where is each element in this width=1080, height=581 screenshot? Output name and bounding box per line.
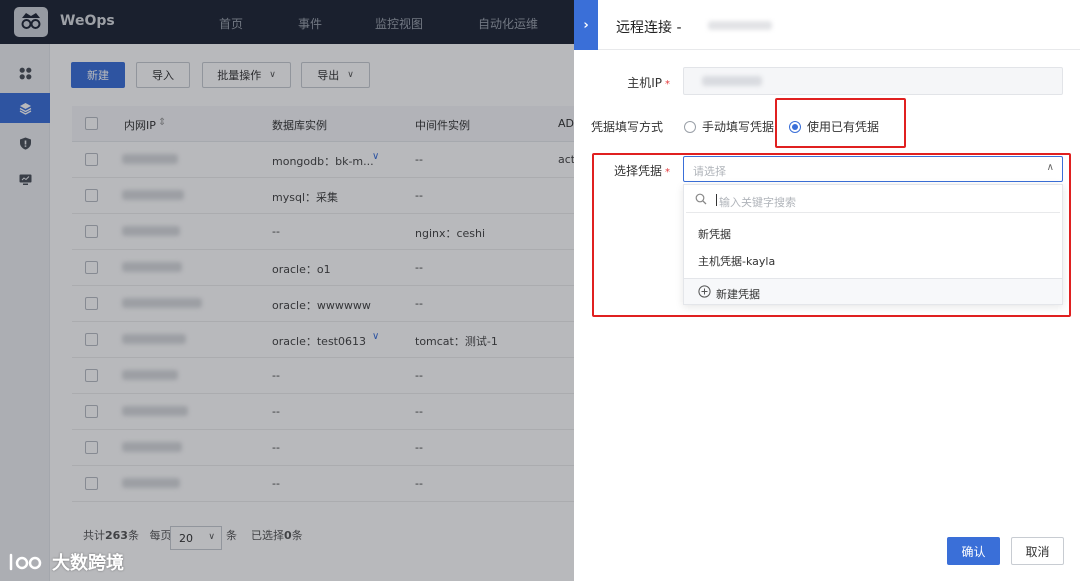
host-ip-label: 主机IP * — [627, 76, 670, 90]
radio-manual-label: 手动填写凭据 — [702, 120, 775, 134]
collapse-drawer-button[interactable]: › — [574, 0, 598, 50]
chevron-right-icon: › — [583, 17, 589, 33]
watermark-logo-icon — [9, 553, 42, 571]
highlight-box-select — [592, 153, 1071, 317]
radio-unchecked-icon — [684, 120, 696, 133]
redacted-ip — [702, 76, 762, 86]
confirm-label: 确认 — [961, 544, 986, 559]
highlight-box-radio — [775, 98, 906, 148]
redacted-host-name — [708, 21, 772, 30]
cancel-label: 取消 — [1025, 544, 1050, 559]
drawer-title: 远程连接 - — [616, 20, 682, 36]
host-ip-field[interactable] — [683, 67, 1063, 95]
modal-overlay[interactable] — [0, 0, 574, 581]
credential-mode-label: 凭据填写方式 — [590, 120, 663, 134]
watermark-text: 大数跨境 — [52, 553, 124, 574]
watermark: 大数跨境 — [8, 549, 124, 575]
confirm-button[interactable]: 确认 — [947, 537, 1000, 565]
cancel-button[interactable]: 取消 — [1011, 537, 1064, 565]
radio-manual-credential[interactable]: 手动填写凭据 — [684, 118, 774, 135]
drawer-header: 远程连接 - — [598, 0, 1080, 50]
